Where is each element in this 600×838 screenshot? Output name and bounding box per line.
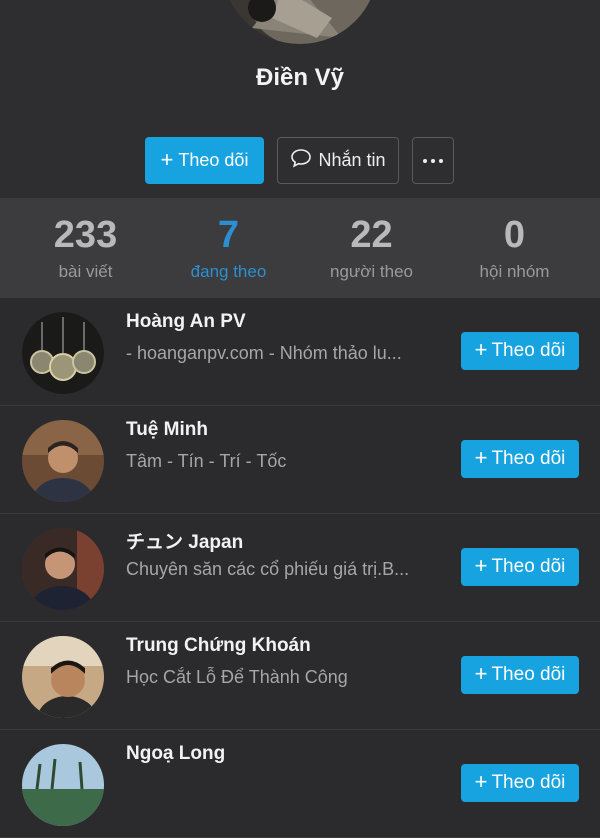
profile-actions: + Theo dõi Nhắn tin xyxy=(0,137,600,185)
plus-icon: + xyxy=(474,337,488,362)
avatar[interactable] xyxy=(22,528,104,610)
avatar[interactable] xyxy=(22,420,104,502)
list-item[interactable]: Tuệ Minh Tâm - Tín - Trí - Tốc + Theo dõ… xyxy=(0,406,600,514)
user-name[interactable]: Tuệ Minh xyxy=(126,419,208,441)
list-item[interactable]: チュン Japan Chuyên săn các cổ phiếu giá tr… xyxy=(0,514,600,622)
user-name[interactable]: Trung Chứng Khoán xyxy=(126,635,311,657)
follow-user-button[interactable]: + Theo dõi xyxy=(461,548,579,586)
user-description: - hoanganpv.com - Nhóm thảo lu... xyxy=(126,343,402,363)
stat-following[interactable]: 7 đang theo xyxy=(157,198,300,298)
list-item[interactable]: Ngoạ Long + Theo dõi xyxy=(0,730,600,838)
plus-icon: + xyxy=(160,146,174,172)
follow-button-label: Theo dõi xyxy=(178,150,249,170)
profile-name: Điền Vỹ xyxy=(255,64,345,91)
stat-groups[interactable]: 0 hội nhóm xyxy=(443,198,586,298)
stats-bar: 233 bài viết 7 đang theo 22 người theo 0… xyxy=(0,198,600,298)
follow-user-button[interactable]: + Theo dõi xyxy=(461,764,579,802)
avatar[interactable] xyxy=(22,744,104,826)
more-options-button[interactable] xyxy=(412,137,454,184)
message-button-label: Nhắn tin xyxy=(318,150,386,170)
follow-user-button-label: Theo dõi xyxy=(491,556,566,577)
plus-icon: + xyxy=(474,553,488,578)
stat-label: người theo xyxy=(329,262,414,281)
avatar[interactable] xyxy=(22,312,104,394)
stat-label: bài viết xyxy=(58,262,113,281)
user-description: Tâm - Tín - Trí - Tốc xyxy=(126,451,287,471)
stat-value: 7 xyxy=(217,214,240,256)
follow-user-button[interactable]: + Theo dõi xyxy=(461,332,579,370)
stat-followers[interactable]: 22 người theo xyxy=(300,198,443,298)
stat-value: 22 xyxy=(350,214,393,256)
chat-bubble-icon xyxy=(290,148,312,173)
message-button[interactable]: Nhắn tin xyxy=(277,137,399,184)
plus-icon: + xyxy=(474,769,488,794)
plus-icon: + xyxy=(474,661,488,686)
follow-button[interactable]: + Theo dõi xyxy=(145,137,264,184)
avatar[interactable] xyxy=(22,636,104,718)
more-dots-icon xyxy=(423,158,443,163)
user-name[interactable]: Ngoạ Long xyxy=(126,743,225,765)
list-item[interactable]: Hoàng An PV - hoanganpv.com - Nhóm thảo … xyxy=(0,298,600,406)
following-list: Hoàng An PV - hoanganpv.com - Nhóm thảo … xyxy=(0,298,600,838)
follow-user-button[interactable]: + Theo dõi xyxy=(461,656,579,694)
profile-avatar[interactable] xyxy=(222,0,378,44)
follow-user-button-label: Theo dõi xyxy=(491,664,566,685)
user-description: Học Cắt Lỗ Để Thành Công xyxy=(126,667,348,687)
user-name[interactable]: Hoàng An PV xyxy=(126,311,246,333)
user-description: Chuyên săn các cổ phiếu giá trị.B... xyxy=(126,559,410,579)
user-name[interactable]: チュン Japan xyxy=(126,527,243,554)
profile-header: Điền Vỹ + Theo dõi Nhắn tin xyxy=(0,0,600,198)
follow-user-button[interactable]: + Theo dõi xyxy=(461,440,579,478)
follow-user-button-label: Theo dõi xyxy=(491,340,566,361)
follow-user-button-label: Theo dõi xyxy=(491,772,566,793)
profile-avatar-image xyxy=(222,0,378,44)
plus-icon: + xyxy=(474,445,488,470)
list-item[interactable]: Trung Chứng Khoán Học Cắt Lỗ Để Thành Cô… xyxy=(0,622,600,730)
stat-posts[interactable]: 233 bài viết xyxy=(14,198,157,298)
stat-value: 0 xyxy=(503,214,526,256)
stat-label: hội nhóm xyxy=(479,262,550,281)
follow-user-button-label: Theo dõi xyxy=(491,448,566,469)
stat-value: 233 xyxy=(53,214,118,256)
stat-label: đang theo xyxy=(190,262,267,281)
